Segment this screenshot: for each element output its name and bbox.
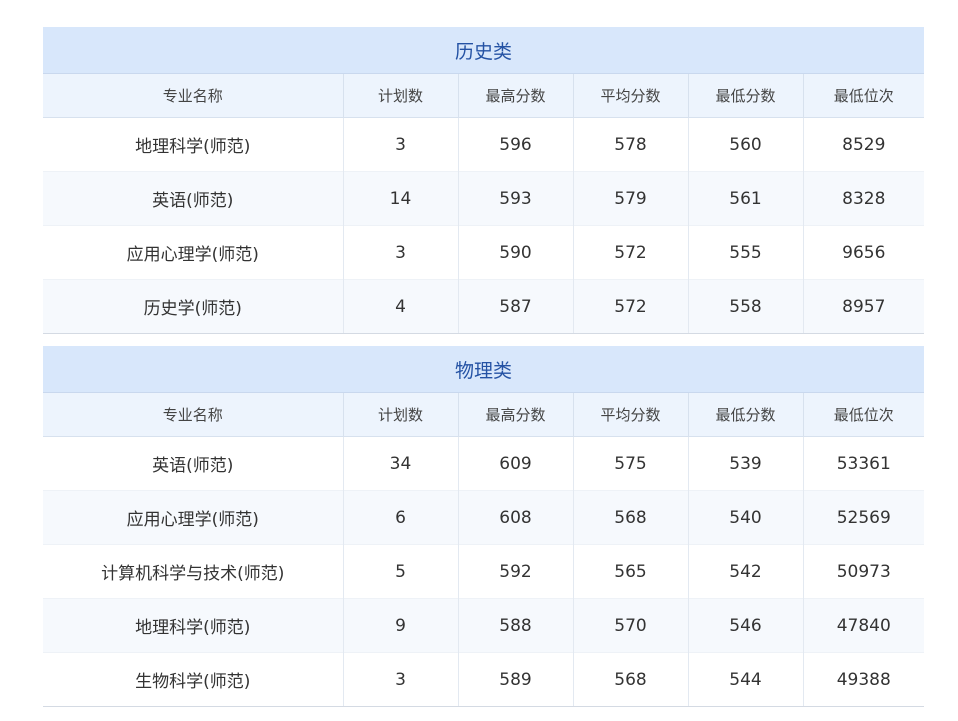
avg-score-cell: 572 [573, 279, 689, 334]
plan-cell: 4 [343, 279, 459, 334]
physics-table: 物理类 专业名称 计划数 最高分数 平均分数 最低分数 最低位次 英语(师范) … [43, 346, 925, 707]
column-header-avg-score: 平均分数 [573, 73, 689, 118]
history-table-title: 历史类 [43, 27, 925, 74]
column-header-plan: 计划数 [343, 392, 459, 437]
plan-cell: 5 [343, 544, 459, 599]
min-rank-cell: 9656 [803, 225, 925, 280]
min-score-cell: 544 [688, 652, 804, 707]
min-score-cell: 561 [688, 171, 804, 226]
table-row: 应用心理学(师范) 3 590 572 555 9656 [43, 225, 925, 280]
major-cell: 地理科学(师范) [43, 117, 344, 172]
avg-score-cell: 578 [573, 117, 689, 172]
table-row: 生物科学(师范) 3 589 568 544 49388 [43, 652, 925, 707]
physics-table-section: 物理类 专业名称 计划数 最高分数 平均分数 最低分数 最低位次 英语(师范) … [43, 346, 925, 707]
table-row: 英语(师范) 34 609 575 539 53361 [43, 436, 925, 491]
table-row: 英语(师范) 14 593 579 561 8328 [43, 171, 925, 226]
table-row: 应用心理学(师范) 6 608 568 540 52569 [43, 490, 925, 545]
min-score-cell: 542 [688, 544, 804, 599]
avg-score-cell: 568 [573, 652, 689, 707]
history-table-section: 历史类 专业名称 计划数 最高分数 平均分数 最低分数 最低位次 地理科学(师范… [43, 27, 925, 334]
avg-score-cell: 568 [573, 490, 689, 545]
column-header-major: 专业名称 [43, 73, 344, 118]
max-score-cell: 609 [458, 436, 574, 491]
min-score-cell: 546 [688, 598, 804, 653]
table-row: 地理科学(师范) 9 588 570 546 47840 [43, 598, 925, 653]
min-score-cell: 539 [688, 436, 804, 491]
column-header-major: 专业名称 [43, 392, 344, 437]
min-rank-cell: 8529 [803, 117, 925, 172]
avg-score-cell: 565 [573, 544, 689, 599]
plan-cell: 3 [343, 225, 459, 280]
avg-score-cell: 572 [573, 225, 689, 280]
min-rank-cell: 52569 [803, 490, 925, 545]
max-score-cell: 593 [458, 171, 574, 226]
max-score-cell: 592 [458, 544, 574, 599]
major-cell: 英语(师范) [43, 171, 344, 226]
avg-score-cell: 575 [573, 436, 689, 491]
min-rank-cell: 8957 [803, 279, 925, 334]
column-header-min-rank: 最低位次 [803, 73, 925, 118]
max-score-cell: 590 [458, 225, 574, 280]
major-cell: 应用心理学(师范) [43, 490, 344, 545]
table-row: 计算机科学与技术(师范) 5 592 565 542 50973 [43, 544, 925, 599]
plan-cell: 6 [343, 490, 459, 545]
history-header-row: 专业名称 计划数 最高分数 平均分数 最低分数 最低位次 [43, 73, 925, 118]
column-header-min-rank: 最低位次 [803, 392, 925, 437]
avg-score-cell: 570 [573, 598, 689, 653]
max-score-cell: 608 [458, 490, 574, 545]
major-cell: 生物科学(师范) [43, 652, 344, 707]
avg-score-cell: 579 [573, 171, 689, 226]
min-rank-cell: 8328 [803, 171, 925, 226]
history-title-row: 历史类 [43, 27, 925, 74]
history-table: 历史类 专业名称 计划数 最高分数 平均分数 最低分数 最低位次 地理科学(师范… [43, 27, 925, 334]
max-score-cell: 587 [458, 279, 574, 334]
min-rank-cell: 49388 [803, 652, 925, 707]
max-score-cell: 596 [458, 117, 574, 172]
plan-cell: 34 [343, 436, 459, 491]
plan-cell: 3 [343, 117, 459, 172]
column-header-max-score: 最高分数 [458, 392, 574, 437]
plan-cell: 9 [343, 598, 459, 653]
physics-title-row: 物理类 [43, 346, 925, 393]
min-rank-cell: 47840 [803, 598, 925, 653]
table-row: 地理科学(师范) 3 596 578 560 8529 [43, 117, 925, 172]
column-header-plan: 计划数 [343, 73, 459, 118]
major-cell: 英语(师范) [43, 436, 344, 491]
max-score-cell: 589 [458, 652, 574, 707]
column-header-avg-score: 平均分数 [573, 392, 689, 437]
column-header-min-score: 最低分数 [688, 392, 804, 437]
min-score-cell: 558 [688, 279, 804, 334]
major-cell: 地理科学(师范) [43, 598, 344, 653]
min-rank-cell: 53361 [803, 436, 925, 491]
major-cell: 应用心理学(师范) [43, 225, 344, 280]
physics-table-title: 物理类 [43, 346, 925, 393]
plan-cell: 14 [343, 171, 459, 226]
min-score-cell: 540 [688, 490, 804, 545]
min-score-cell: 560 [688, 117, 804, 172]
column-header-max-score: 最高分数 [458, 73, 574, 118]
major-cell: 历史学(师范) [43, 279, 344, 334]
table-row: 历史学(师范) 4 587 572 558 8957 [43, 279, 925, 334]
plan-cell: 3 [343, 652, 459, 707]
physics-header-row: 专业名称 计划数 最高分数 平均分数 最低分数 最低位次 [43, 392, 925, 437]
min-score-cell: 555 [688, 225, 804, 280]
min-rank-cell: 50973 [803, 544, 925, 599]
max-score-cell: 588 [458, 598, 574, 653]
major-cell: 计算机科学与技术(师范) [43, 544, 344, 599]
column-header-min-score: 最低分数 [688, 73, 804, 118]
